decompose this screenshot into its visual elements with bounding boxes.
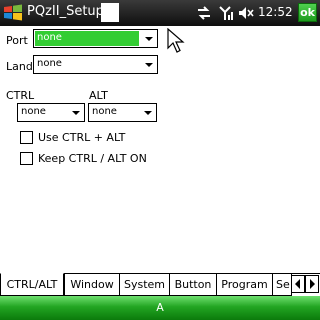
volume-muted-icon[interactable] — [238, 5, 254, 21]
ok-button[interactable]: ok — [298, 3, 317, 22]
chevron-down-icon[interactable] — [68, 104, 84, 121]
chevron-down-icon[interactable] — [141, 30, 157, 47]
port-value: none — [37, 32, 62, 43]
port-label: Port — [6, 34, 28, 47]
chevron-left-icon — [295, 279, 300, 289]
port-dropdown[interactable]: none — [33, 29, 158, 48]
app-title: PQzII_Setup — [27, 4, 104, 19]
ctrl-value: none — [21, 106, 46, 117]
tab-partial[interactable]: Se — [272, 273, 292, 296]
clock[interactable]: 12:52 — [258, 5, 293, 19]
connectivity-icon[interactable] — [196, 5, 212, 21]
mouse-cursor-icon — [167, 28, 185, 53]
alt-value: none — [92, 106, 117, 117]
tab-bar: CTRL/ALT Window System Button Program Se — [0, 273, 320, 296]
alt-label: ALT — [89, 89, 108, 102]
alt-dropdown[interactable]: none — [88, 103, 157, 122]
title-box — [101, 3, 119, 22]
tab-program[interactable]: Program — [216, 273, 273, 296]
use-ctrl-alt-checkbox[interactable] — [20, 131, 33, 144]
tab-system[interactable]: System — [119, 273, 170, 296]
tab-scroll-left-button[interactable] — [291, 275, 305, 293]
input-mode-indicator[interactable]: A — [0, 301, 320, 314]
ctrl-label: CTRL — [6, 89, 35, 102]
keep-ctrl-alt-label[interactable]: Keep CTRL / ALT ON — [38, 152, 147, 165]
chevron-down-icon[interactable] — [141, 56, 157, 73]
ctrl-dropdown[interactable]: none — [17, 103, 85, 122]
tab-window[interactable]: Window — [64, 273, 120, 296]
land-value: none — [37, 58, 62, 69]
keep-ctrl-alt-checkbox[interactable] — [20, 152, 33, 165]
softkey-bar[interactable]: A — [0, 296, 320, 320]
chevron-down-icon[interactable] — [140, 104, 156, 121]
windows-start-icon[interactable] — [2, 2, 24, 24]
use-ctrl-alt-label[interactable]: Use CTRL + ALT — [38, 131, 125, 144]
land-dropdown[interactable]: none — [33, 55, 158, 74]
tab-ctrl-alt[interactable]: CTRL/ALT — [0, 273, 64, 296]
tab-scroll-right-button[interactable] — [305, 275, 319, 293]
land-label: Land — [6, 60, 33, 73]
signal-icon[interactable] — [218, 5, 234, 21]
tab-button[interactable]: Button — [169, 273, 217, 296]
title-bar: PQzII_Setup 12:52 ok — [0, 0, 320, 26]
chevron-right-icon — [310, 279, 315, 289]
